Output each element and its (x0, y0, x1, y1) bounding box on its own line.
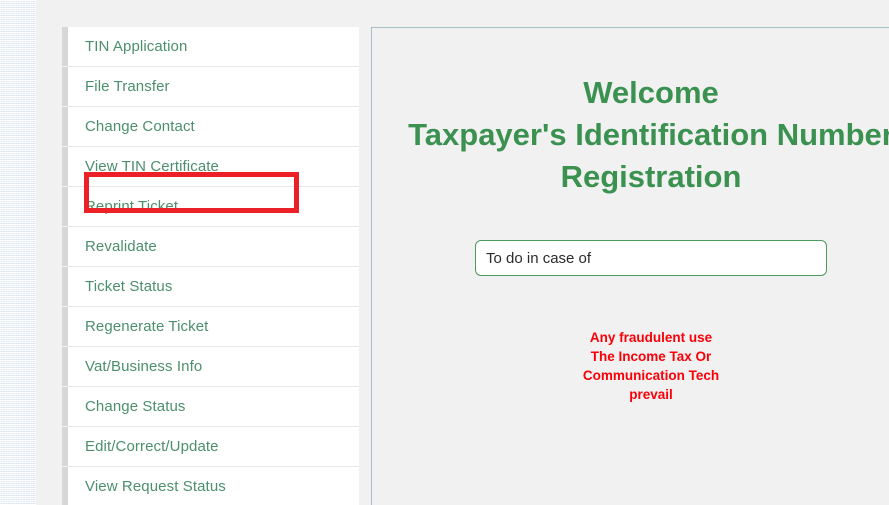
fraud-warning-line-1: Any fraudulent use (589, 330, 713, 345)
main-content-panel: Welcome Taxpayer's Identification Number… (371, 27, 889, 505)
sidebar-item-view-request-status[interactable]: View Request Status (62, 467, 359, 505)
sidebar-item-label: View TIN Certificate (85, 157, 219, 175)
info-select-wrapper: To do in case of (372, 240, 889, 276)
info-select-dropdown[interactable]: To do in case of (475, 240, 827, 276)
fraud-warning-line-2: The Income Tax Or (590, 349, 712, 364)
sidebar-item-change-status[interactable]: Change Status (62, 387, 359, 427)
sidebar-item-ticket-status[interactable]: Ticket Status (62, 267, 359, 307)
sidebar-item-revalidate[interactable]: Revalidate (62, 227, 359, 267)
sidebar-item-file-transfer[interactable]: File Transfer (62, 67, 359, 107)
sidebar-item-view-tin-certificate[interactable]: View TIN Certificate (62, 147, 359, 187)
sidebar-item-label: View Request Status (85, 477, 226, 495)
fraud-warning-text: Any fraudulent use The Income Tax Or Com… (372, 328, 889, 404)
sidebar-item-label: Edit/Correct/Update (85, 437, 219, 455)
sidebar-item-label: Change Contact (85, 117, 195, 135)
info-select-value: To do in case of (486, 249, 592, 267)
sidebar-menu: TIN Application File Transfer Change Con… (62, 27, 359, 505)
sidebar-item-reprint-ticket[interactable]: Reprint Ticket (62, 187, 359, 227)
sidebar-item-regenerate-ticket[interactable]: Regenerate Ticket (62, 307, 359, 347)
sidebar-item-label: Ticket Status (85, 277, 173, 295)
sidebar-item-change-contact[interactable]: Change Contact (62, 107, 359, 147)
sidebar-item-label: Revalidate (85, 237, 157, 255)
sidebar-item-vat-business-info[interactable]: Vat/Business Info (62, 347, 359, 387)
left-texture-strip (0, 0, 36, 505)
fraud-warning-line-4: prevail (629, 387, 673, 402)
sidebar-item-label: File Transfer (85, 77, 170, 95)
sidebar-item-label: Regenerate Ticket (85, 317, 209, 335)
sidebar-item-edit-correct-update[interactable]: Edit/Correct/Update (62, 427, 359, 467)
fraud-warning-line-3: Communication Tech (582, 368, 720, 383)
sidebar-item-label: Change Status (85, 397, 186, 415)
sidebar-item-label: TIN Application (85, 37, 188, 55)
sidebar-item-label: Reprint Ticket (85, 197, 179, 215)
sidebar-item-label: Vat/Business Info (85, 357, 203, 375)
page-title-line-1: Welcome (583, 75, 719, 110)
page-canvas: TIN Application File Transfer Change Con… (36, 0, 889, 505)
page-title-line-2: Taxpayer's Identification Number (408, 117, 889, 152)
page-title: Welcome Taxpayer's Identification Number… (372, 72, 889, 198)
sidebar-item-tin-application[interactable]: TIN Application (62, 27, 359, 67)
page-title-line-3: Registration (560, 159, 742, 194)
